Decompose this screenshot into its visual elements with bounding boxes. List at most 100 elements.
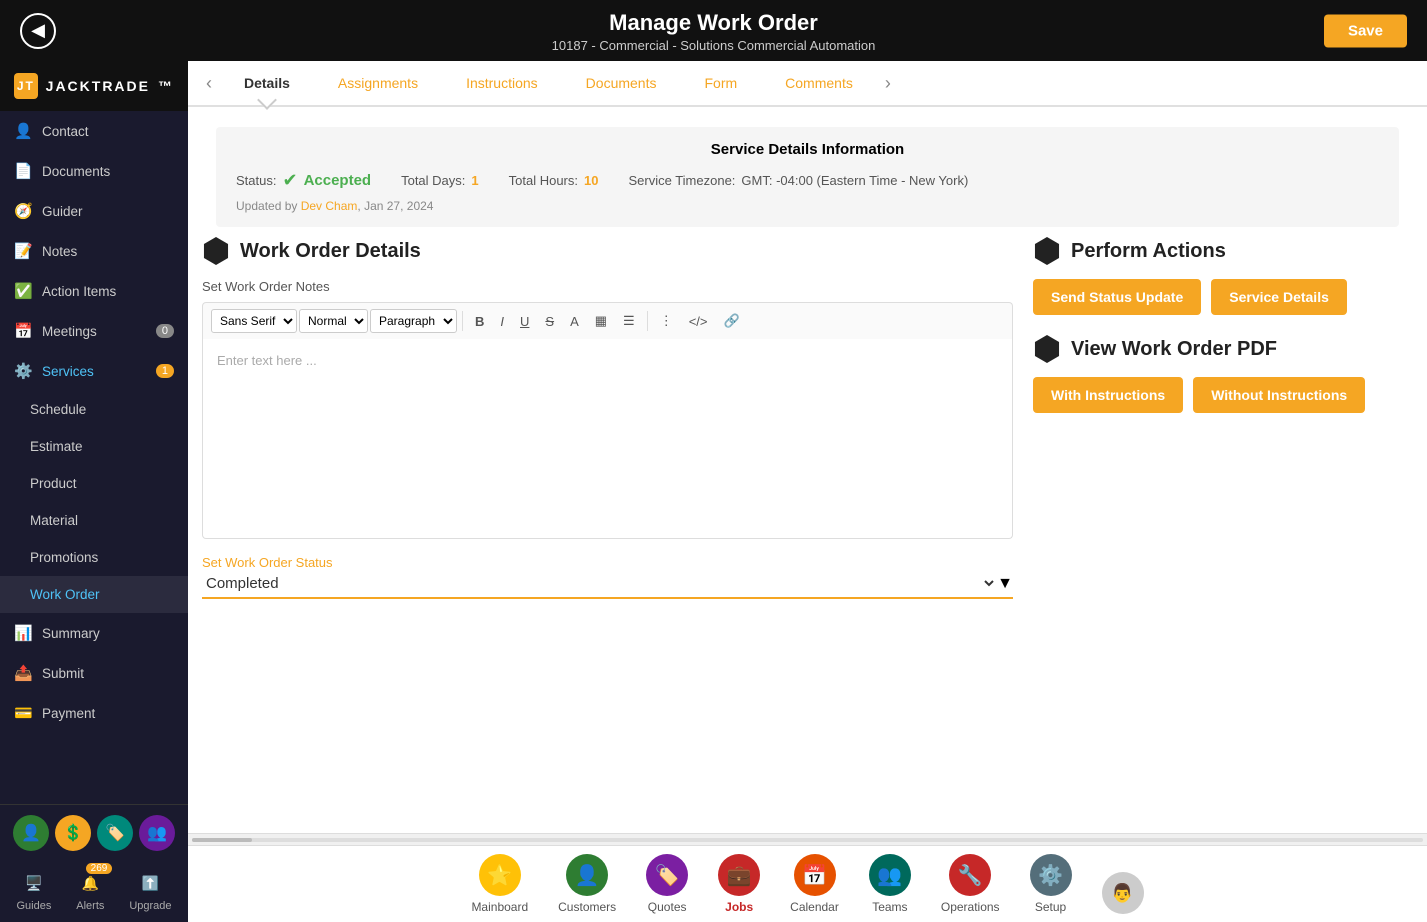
operations-label: Operations — [941, 900, 1000, 914]
sidebar-item-guider[interactable]: 🧭 Guider — [0, 191, 188, 231]
sidebar-item-product[interactable]: Product — [0, 465, 188, 502]
pdf-buttons: With Instructions Without Instructions — [1033, 377, 1413, 413]
rte-font-select[interactable]: Sans Serif — [211, 309, 297, 333]
operations-icon: 🔧 — [949, 854, 991, 896]
meetings-badge: 0 — [156, 324, 174, 338]
sidebar-item-promotions[interactable]: Promotions — [0, 539, 188, 576]
rte-body[interactable]: Enter text here ... — [202, 339, 1013, 539]
total-days-value: 1 — [471, 173, 478, 188]
rte-format-select[interactable]: Paragraph — [370, 309, 457, 333]
status-item-status: Status: ✔ Accepted — [236, 170, 371, 191]
rte-strikethrough-btn[interactable]: S — [538, 310, 561, 333]
bottom-icon-person[interactable]: 👤 — [13, 815, 49, 851]
rte-more-btn[interactable]: ⋮ — [653, 309, 680, 333]
sidebar-label-services: Services — [42, 364, 94, 379]
total-hours-value: 10 — [584, 173, 598, 188]
status-row: Status: ✔ Accepted Total Days: 1 Total H… — [236, 170, 1379, 191]
sidebar-item-work-order[interactable]: Work Order — [0, 576, 188, 613]
send-status-update-btn[interactable]: Send Status Update — [1033, 279, 1201, 315]
tab-form[interactable]: Form — [680, 61, 761, 105]
page-subtitle: 10187 - Commercial - Solutions Commercia… — [0, 38, 1427, 53]
rte-placeholder: Enter text here ... — [217, 353, 317, 368]
bottom-nav-calendar[interactable]: 📅 Calendar — [790, 854, 839, 914]
status-section: Set Work Order Status Completed ▼ — [202, 555, 1013, 599]
sidebar: JT JACKTRADE™ 👤 Contact 📄 Documents 🧭 Gu… — [0, 61, 188, 922]
rte-divider-1 — [462, 311, 463, 331]
user-avatar[interactable]: 👨 — [1102, 872, 1144, 914]
payment-icon: 💳 — [14, 704, 32, 722]
nav-guides[interactable]: 🖥️ Guides — [16, 869, 51, 912]
bottom-nav-quotes[interactable]: 🏷️ Quotes — [646, 854, 688, 914]
work-order-status-select[interactable]: Completed — [202, 574, 997, 593]
logo-text: JACKTRADE — [46, 78, 150, 94]
bottom-icon-group[interactable]: 👥 — [139, 815, 175, 851]
main-scroll: Service Details Information Status: ✔ Ac… — [188, 107, 1427, 833]
bottom-nav-operations[interactable]: 🔧 Operations — [941, 854, 1000, 914]
check-icon: ✔ — [282, 170, 297, 191]
tab-prev-arrow[interactable]: ‹ — [198, 74, 220, 92]
view-pdf-hex-icon — [1033, 335, 1061, 363]
tab-details[interactable]: Details — [220, 61, 314, 105]
save-button[interactable]: Save — [1324, 14, 1407, 47]
rte-underline-btn[interactable]: U — [513, 310, 536, 333]
rte-list-btn[interactable]: ☰ — [616, 309, 642, 333]
sidebar-bottom-icons: 👤 💲 🏷️ 👥 — [0, 805, 188, 861]
tab-next-arrow[interactable]: › — [877, 74, 899, 92]
sidebar-item-documents[interactable]: 📄 Documents — [0, 151, 188, 191]
rte-bold-btn[interactable]: B — [468, 310, 491, 333]
sidebar-item-action-items[interactable]: ✅ Action Items — [0, 271, 188, 311]
service-details-btn[interactable]: Service Details — [1211, 279, 1347, 315]
bottom-icon-dollar[interactable]: 💲 — [55, 815, 91, 851]
sidebar-item-contact[interactable]: 👤 Contact — [0, 111, 188, 151]
without-instructions-btn[interactable]: Without Instructions — [1193, 377, 1365, 413]
jobs-label: Jobs — [725, 900, 753, 914]
timezone-value: GMT: -04:00 (Eastern Time - New York) — [741, 173, 968, 188]
sidebar-item-services[interactable]: ⚙️ Services 1 — [0, 351, 188, 391]
alerts-icon: 🔔 269 — [76, 869, 104, 897]
sidebar-item-material[interactable]: Material — [0, 502, 188, 539]
sidebar-item-payment[interactable]: 💳 Payment — [0, 693, 188, 733]
tab-instructions[interactable]: Instructions — [442, 61, 562, 105]
status-item-hours: Total Hours: 10 — [509, 173, 599, 188]
sidebar-item-summary[interactable]: 📊 Summary — [0, 613, 188, 653]
bottom-nav-teams[interactable]: 👥 Teams — [869, 854, 911, 914]
work-order-hex-icon — [202, 237, 230, 265]
rte-toolbar: Sans Serif Normal Paragraph B I U S — [202, 302, 1013, 339]
rte-code-btn[interactable]: </> — [682, 310, 715, 333]
bottom-nav-mainboard[interactable]: ⭐ Mainboard — [471, 854, 528, 914]
sidebar-item-notes[interactable]: 📝 Notes — [0, 231, 188, 271]
quotes-icon: 🏷️ — [646, 854, 688, 896]
sidebar-item-submit[interactable]: 📤 Submit — [0, 653, 188, 693]
bottom-nav-jobs[interactable]: 💼 Jobs — [718, 854, 760, 914]
sidebar-logo: JT JACKTRADE™ — [0, 61, 188, 111]
two-col-layout: Work Order Details Set Work Order Notes … — [202, 237, 1413, 599]
sidebar-label-action-items: Action Items — [42, 284, 116, 299]
nav-alerts[interactable]: 🔔 269 Alerts — [76, 869, 104, 912]
rte-italic-btn[interactable]: I — [493, 310, 511, 333]
setup-icon: ⚙️ — [1030, 854, 1072, 896]
sidebar-item-estimate[interactable]: Estimate — [0, 428, 188, 465]
tab-comments[interactable]: Comments — [761, 61, 877, 105]
tab-assignments[interactable]: Assignments — [314, 61, 442, 105]
bottom-nav-setup[interactable]: ⚙️ Setup — [1030, 854, 1072, 914]
sidebar-item-meetings[interactable]: 📅 Meetings 0 — [0, 311, 188, 351]
nav-upgrade[interactable]: ⬆️ Upgrade — [129, 869, 171, 912]
sidebar-label-promotions: Promotions — [30, 550, 98, 565]
rte-size-select[interactable]: Normal — [299, 309, 368, 333]
bottom-nav-customers[interactable]: 👤 Customers — [558, 854, 616, 914]
quotes-label: Quotes — [648, 900, 687, 914]
alerts-badge: 269 — [86, 863, 113, 874]
bottom-icon-tag[interactable]: 🏷️ — [97, 815, 133, 851]
back-button[interactable]: ◀ — [20, 13, 56, 49]
rte-font-color-btn[interactable]: A — [563, 310, 586, 333]
mainboard-icon: ⭐ — [479, 854, 521, 896]
rte-link-btn[interactable]: 🔗 — [717, 309, 747, 333]
rte-highlight-btn[interactable]: ▦ — [588, 309, 614, 333]
submit-icon: 📤 — [14, 664, 32, 682]
with-instructions-btn[interactable]: With Instructions — [1033, 377, 1183, 413]
set-notes-label: Set Work Order Notes — [202, 279, 1013, 294]
sidebar-item-schedule[interactable]: Schedule — [0, 391, 188, 428]
tab-documents[interactable]: Documents — [562, 61, 681, 105]
horizontal-scrollbar[interactable] — [188, 833, 1427, 845]
jobs-icon: 💼 — [718, 854, 760, 896]
